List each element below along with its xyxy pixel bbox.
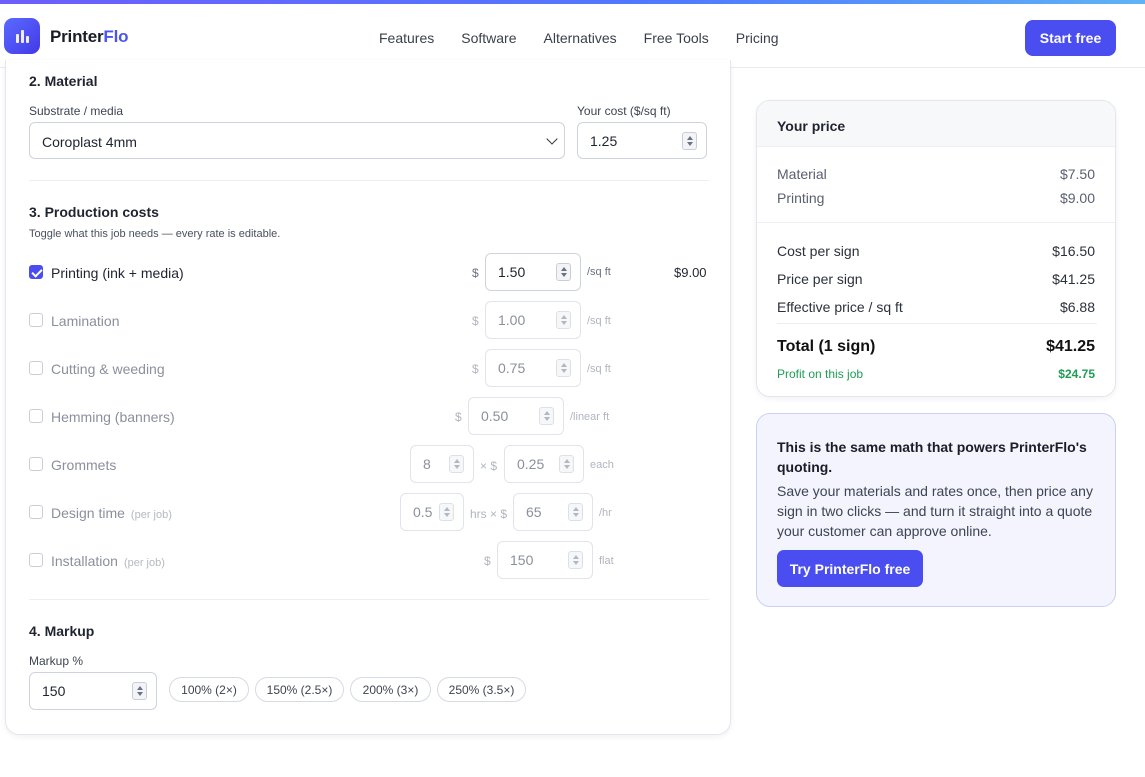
effective-price-label: Effective price / sq ft (777, 299, 903, 315)
production-heading: 3. Production costs (29, 204, 159, 220)
nav-features[interactable]: Features (379, 30, 434, 46)
nav-free-tools[interactable]: Free Tools (644, 30, 709, 46)
lamination-unit: /sq ft (587, 315, 611, 327)
lamination-currency: $ (472, 314, 479, 328)
grommets-rate-input[interactable]: 0.25 (504, 445, 584, 483)
markup-heading: 4. Markup (29, 623, 95, 639)
stepper-icon[interactable] (559, 455, 574, 473)
hemming-unit: /linear ft (570, 411, 610, 423)
design-multiplier: hrs × $ (470, 507, 508, 521)
printerflo-logo-icon[interactable] (4, 18, 40, 54)
printing-amount: $9.00 (674, 265, 707, 280)
hemming-checkbox[interactable] (29, 409, 43, 423)
cutting-checkbox[interactable] (29, 361, 43, 375)
divider (29, 599, 709, 600)
markup-preset-250[interactable]: 250% (3.5×) (437, 677, 526, 702)
nav-alternatives[interactable]: Alternatives (544, 30, 617, 46)
installation-unit: flat (599, 555, 614, 567)
stepper-icon[interactable] (568, 503, 583, 521)
markup-preset-150[interactable]: 150% (2.5×) (255, 677, 344, 702)
printing-price-value: $9.00 (1059, 190, 1095, 206)
design-checkbox[interactable] (29, 505, 43, 519)
chevron-down-icon (546, 133, 558, 145)
design-unit: /hr (599, 507, 612, 519)
profit-label: Profit on this job (777, 367, 864, 381)
brand-name[interactable]: PrinterFlo (50, 27, 129, 47)
material-cost-input[interactable]: 1.25 (577, 122, 707, 159)
printing-label: Printing (ink + media) (51, 265, 184, 281)
material-price-label: Material (777, 166, 827, 182)
material-heading: 2. Material (29, 73, 98, 89)
installation-label: Installation (per job) (51, 553, 165, 569)
profit-value: $24.75 (1058, 367, 1095, 381)
material-price-value: $7.50 (1059, 166, 1095, 182)
cutting-rate-input[interactable]: 0.75 (485, 349, 581, 387)
cutting-currency: $ (472, 362, 479, 376)
site-header: PrinterFlo Features Software Alternative… (0, 4, 1145, 68)
stepper-icon[interactable] (449, 455, 464, 473)
calculator-card (5, 60, 731, 735)
total-value: $41.25 (1046, 338, 1095, 355)
stepper-icon[interactable] (539, 407, 554, 425)
grommets-label: Grommets (51, 457, 117, 473)
stepper-icon[interactable] (132, 682, 147, 700)
divider (29, 180, 709, 181)
lamination-rate-input[interactable]: 1.00 (485, 301, 581, 339)
price-per-sign-label: Price per sign (777, 271, 863, 287)
printing-rate-input[interactable]: 1.50 (485, 253, 581, 291)
grommets-checkbox[interactable] (29, 457, 43, 471)
installation-currency: $ (484, 554, 491, 568)
design-hours-input[interactable]: 0.5 (400, 493, 464, 531)
printing-unit: /sq ft (587, 266, 611, 278)
printing-currency: $ (472, 266, 479, 280)
stepper-icon[interactable] (556, 311, 571, 329)
printing-checkbox[interactable] (29, 265, 43, 279)
divider (757, 222, 1115, 223)
effective-price-value: $6.88 (1059, 299, 1095, 315)
hemming-currency: $ (455, 410, 462, 424)
promo-body: Save your materials and rates once, then… (777, 483, 1093, 539)
substrate-select[interactable]: Coroplast 4mm (29, 122, 565, 159)
stepper-icon[interactable] (439, 503, 454, 521)
nav-pricing[interactable]: Pricing (736, 30, 779, 46)
stepper-icon[interactable] (556, 359, 571, 377)
substrate-label: Substrate / media (29, 104, 124, 118)
grommets-unit: each (590, 459, 614, 471)
cost-label: Your cost ($/sq ft) (577, 104, 671, 118)
start-free-button[interactable]: Start free (1025, 20, 1116, 56)
price-summary-card: Your price Material $7.50 Printing $9.00… (756, 100, 1116, 397)
hemming-label: Hemming (banners) (51, 409, 175, 425)
grommets-qty-input[interactable]: 8 (410, 445, 474, 483)
stepper-icon[interactable] (568, 551, 583, 569)
divider (777, 323, 1097, 324)
markup-input[interactable]: 150 (29, 672, 157, 710)
cost-per-sign-value: $16.50 (1052, 243, 1095, 259)
lamination-label: Lamination (51, 313, 120, 329)
markup-preset-100[interactable]: 100% (2×) (169, 677, 249, 702)
installation-checkbox[interactable] (29, 553, 43, 567)
printing-price-label: Printing (777, 190, 825, 206)
try-printerflo-button[interactable]: Try PrinterFlo free (777, 550, 923, 587)
total-label: Total (1 sign) (777, 338, 876, 355)
promo-card: This is the same math that powers Printe… (756, 413, 1116, 607)
cost-per-sign-label: Cost per sign (777, 243, 860, 259)
lamination-checkbox[interactable] (29, 313, 43, 327)
cutting-unit: /sq ft (587, 363, 611, 375)
design-rate-input[interactable]: 65 (513, 493, 593, 531)
markup-label: Markup % (29, 654, 84, 668)
production-hint: Toggle what this job needs — every rate … (29, 228, 281, 240)
installation-rate-input[interactable]: 150 (497, 541, 593, 579)
hemming-rate-input[interactable]: 0.50 (468, 397, 564, 435)
nav-software[interactable]: Software (461, 30, 516, 46)
main-nav: Features Software Alternatives Free Tool… (379, 30, 806, 46)
cutting-label: Cutting & weeding (51, 361, 165, 377)
stepper-icon[interactable] (682, 131, 697, 150)
grommets-multiplier: × $ (480, 459, 498, 473)
stepper-icon[interactable] (556, 263, 571, 281)
price-per-sign-value: $41.25 (1052, 271, 1095, 287)
price-heading: Your price (757, 101, 1115, 147)
markup-preset-200[interactable]: 200% (3×) (350, 677, 431, 702)
promo-title: This is the same math that powers Printe… (777, 439, 1087, 475)
design-label: Design time (per job) (51, 505, 172, 521)
